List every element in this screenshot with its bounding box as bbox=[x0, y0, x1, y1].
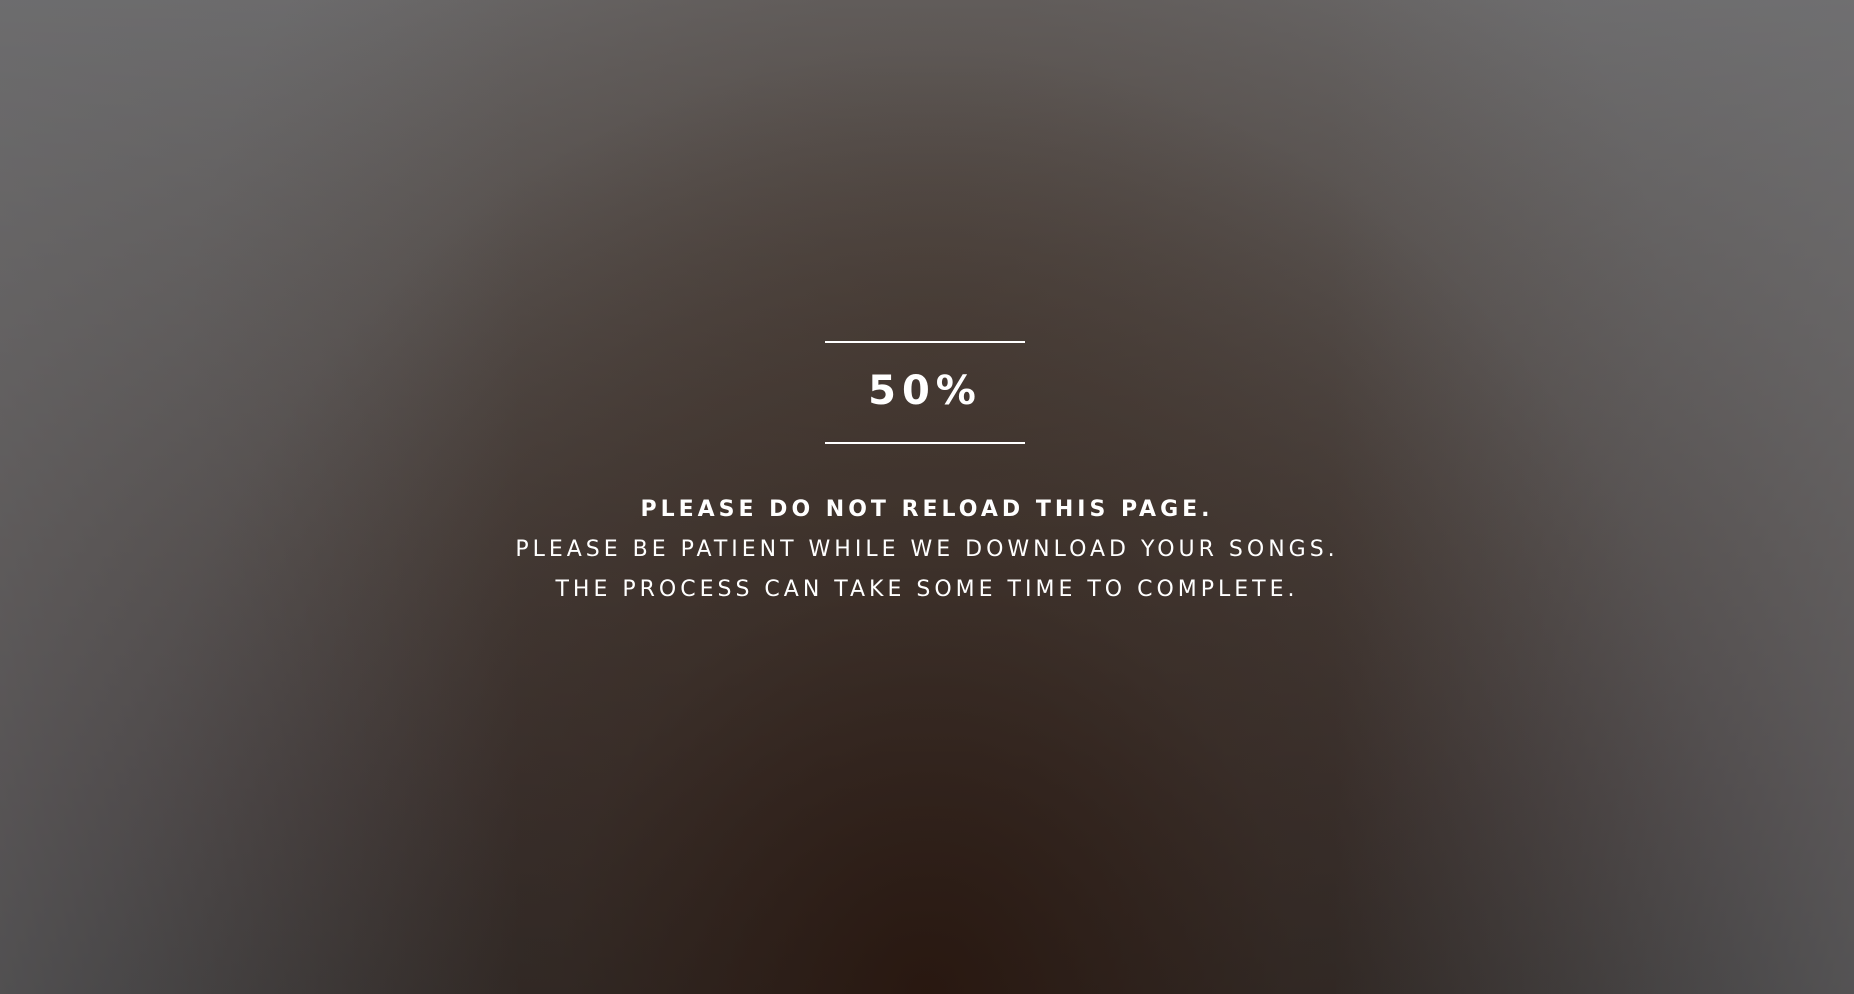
progress-percentage: 50% bbox=[868, 368, 982, 414]
progress-top-divider bbox=[825, 341, 1025, 343]
warning-line: PLEASE DO NOT RELOAD THIS PAGE. bbox=[640, 497, 1214, 522]
duration-line: THE PROCESS CAN TAKE SOME TIME TO COMPLE… bbox=[555, 577, 1299, 602]
progress-bottom-divider bbox=[825, 442, 1025, 444]
patience-line: PLEASE BE PATIENT WHILE WE DOWNLOAD YOUR… bbox=[515, 537, 1339, 562]
progress-indicator: 50% bbox=[825, 341, 1025, 445]
loading-message: PLEASE DO NOT RELOAD THIS PAGE. PLEASE B… bbox=[327, 490, 1527, 610]
